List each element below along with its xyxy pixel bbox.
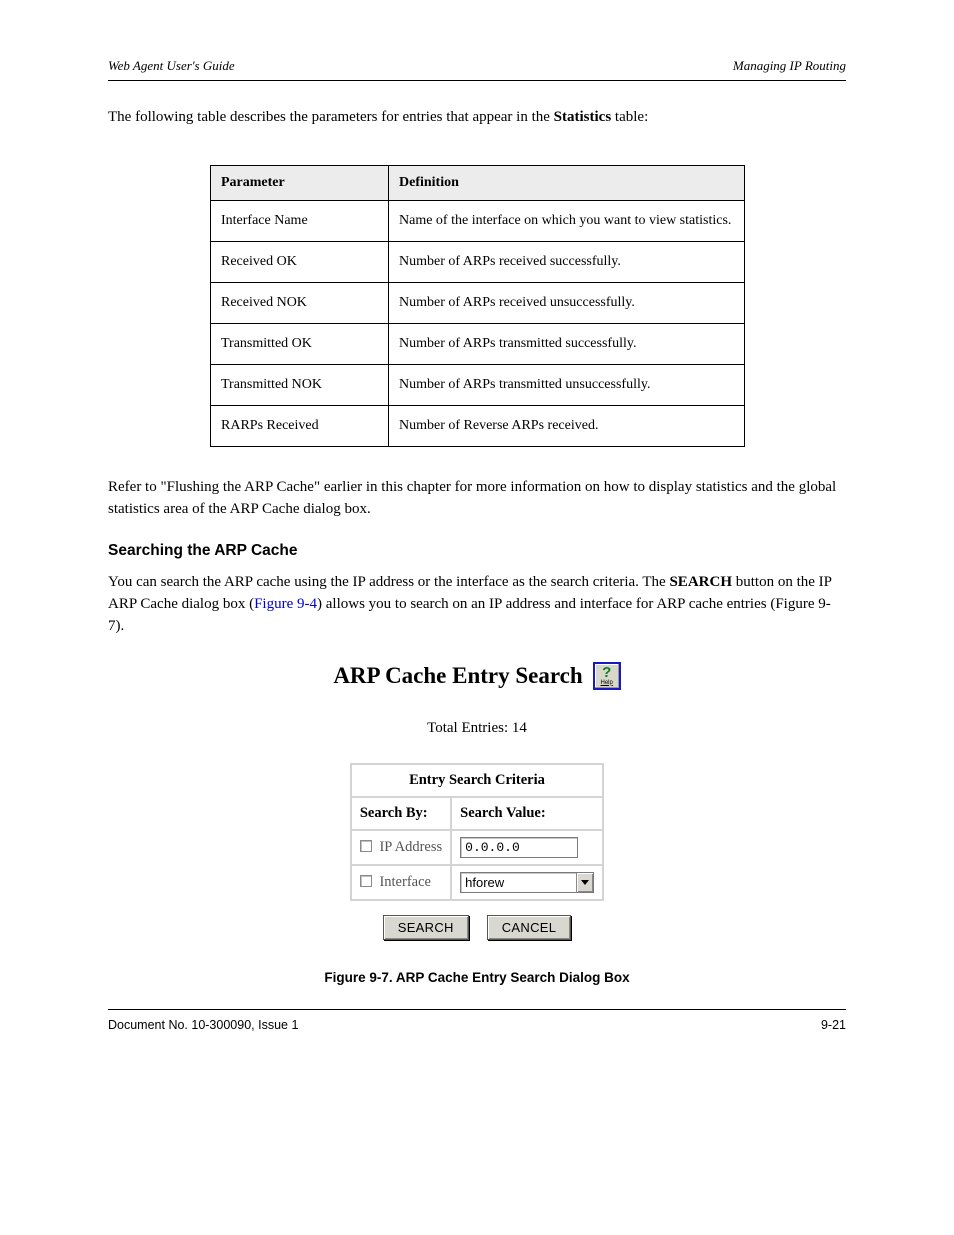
page-footer: Document No. 10-300090, Issue 1 9-21 <box>108 1018 846 1032</box>
search-criteria-table: Entry Search Criteria Search By: Search … <box>350 763 604 901</box>
help-label: Help <box>601 680 613 686</box>
footer-rule <box>108 1009 846 1010</box>
intro-bold: Statistics <box>554 109 612 125</box>
search-button[interactable]: SEARCH <box>383 915 469 940</box>
intro-suffix: table: <box>611 109 648 125</box>
table-cell: Number of Reverse ARPs received. <box>389 405 745 446</box>
table-cell: Received OK <box>211 241 389 282</box>
total-entries: Total Entries: 14 <box>427 720 527 737</box>
parameters-table: Parameter Definition Interface Name Name… <box>210 165 745 447</box>
help-icon[interactable]: ? Help <box>593 662 621 690</box>
footer-page: 9-21 <box>821 1018 846 1032</box>
page-header: Web Agent User's Guide Managing IP Routi… <box>108 58 846 74</box>
figure: ARP Cache Entry Search ? Help Total Entr… <box>108 662 846 985</box>
interface-label: Interface <box>379 874 431 890</box>
figure-caption: Figure 9-7. ARP Cache Entry Search Dialo… <box>324 970 629 985</box>
header-right: Managing IP Routing <box>733 58 846 74</box>
table-cell: Transmitted NOK <box>211 364 389 405</box>
total-label: Total Entries: <box>427 720 508 736</box>
table-cell: Number of ARPs transmitted unsuccessfull… <box>389 364 745 405</box>
table-row: Received OK Number of ARPs received succ… <box>211 241 745 282</box>
table-cell: RARPs Received <box>211 405 389 446</box>
table-row: Transmitted OK Number of ARPs transmitte… <box>211 323 745 364</box>
interface-row: Interface <box>351 865 451 900</box>
header-rule <box>108 80 846 81</box>
para-bold: SEARCH <box>669 574 732 590</box>
search-by-header: Search By: <box>351 797 451 830</box>
search-value-header: Search Value: <box>451 797 603 830</box>
table-header-parameter: Parameter <box>211 165 389 200</box>
intro-prefix: The following table describes the parame… <box>108 109 554 125</box>
table-cell: Name of the interface on which you want … <box>389 200 745 241</box>
header-left: Web Agent User's Guide <box>108 58 235 74</box>
question-mark-icon: ? <box>602 665 611 680</box>
table-row: Transmitted NOK Number of ARPs transmitt… <box>211 364 745 405</box>
table-cell: Number of ARPs transmitted successfully. <box>389 323 745 364</box>
chevron-down-icon[interactable] <box>576 873 593 892</box>
criteria-title: Entry Search Criteria <box>351 764 603 797</box>
ip-address-input[interactable]: 0.0.0.0 <box>460 837 578 858</box>
cancel-button[interactable]: CANCEL <box>487 915 572 940</box>
subtext-paragraph: Refer to "Flushing the ARP Cache" earlie… <box>108 477 846 521</box>
ip-address-label: IP Address <box>379 839 442 855</box>
section-paragraph: You can search the ARP cache using the I… <box>108 572 846 637</box>
table-row: Received NOK Number of ARPs received uns… <box>211 282 745 323</box>
para-text: You can search the ARP cache using the I… <box>108 574 669 590</box>
interface-checkbox[interactable] <box>360 875 372 887</box>
ip-address-row: IP Address <box>351 830 451 865</box>
dialog-title: ARP Cache Entry Search <box>333 663 582 689</box>
table-cell: Number of ARPs received successfully. <box>389 241 745 282</box>
section-heading: Searching the ARP Cache <box>108 542 846 560</box>
total-value: 14 <box>512 720 527 736</box>
table-cell: Interface Name <box>211 200 389 241</box>
table-row: Interface Name Name of the interface on … <box>211 200 745 241</box>
table-row: RARPs Received Number of Reverse ARPs re… <box>211 405 745 446</box>
table-cell: Received NOK <box>211 282 389 323</box>
interface-select-value: hforew <box>461 873 576 892</box>
footer-left: Document No. 10-300090, Issue 1 <box>108 1018 298 1032</box>
table-header-definition: Definition <box>389 165 745 200</box>
intro-paragraph: The following table describes the parame… <box>108 107 846 129</box>
table-cell: Number of ARPs received unsuccessfully. <box>389 282 745 323</box>
figure-ref-link[interactable]: Figure 9-4 <box>254 596 317 612</box>
table-cell: Transmitted OK <box>211 323 389 364</box>
ip-address-checkbox[interactable] <box>360 840 372 852</box>
interface-select[interactable]: hforew <box>460 872 594 893</box>
